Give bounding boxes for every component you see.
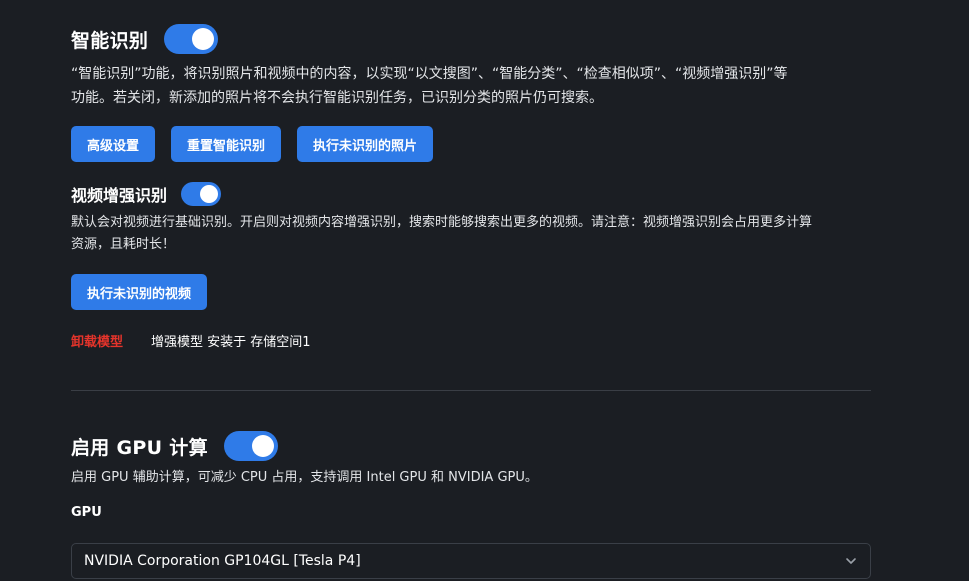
smart-recognition-description-line2: 功能。若关闭，新添加的照片将不会执行智能识别任务，已识别分类的照片仍可搜索。	[71, 90, 603, 106]
video-enhanced-description-line1: 默认会对视频进行基础识别。开启则对视频内容增强识别，搜索时能够搜索出更多的视频。…	[71, 215, 813, 230]
gpu-description: 启用 GPU 辅助计算，可减少 CPU 占用，支持调用 Intel GPU 和 …	[71, 470, 538, 485]
model-install-status: 增强模型 安装于 存储空间1	[151, 335, 311, 350]
gpu-select-label: GPU	[71, 505, 102, 520]
video-enhanced-header: 视频增强识别	[71, 182, 871, 206]
video-enhanced-section: 视频增强识别 默认会对视频进行基础识别。开启则对视频内容增强识别，搜索时能够搜索…	[71, 182, 871, 256]
video-enhanced-description-line2: 资源，且耗时长！	[71, 237, 176, 252]
gpu-select-wrapper: NVIDIA Corporation GP104GL [Tesla P4]	[71, 543, 871, 579]
gpu-select[interactable]: NVIDIA Corporation GP104GL [Tesla P4]	[71, 543, 871, 579]
uninstall-model-link[interactable]: 卸载模型	[71, 331, 123, 350]
toggle-knob	[192, 28, 215, 50]
video-actions: 执行未识别的视频	[71, 274, 871, 310]
gpu-toggle[interactable]	[223, 431, 278, 461]
smart-recognition-title: 智能识别	[71, 29, 149, 52]
toggle-knob	[200, 185, 219, 203]
smart-recognition-section: 智能识别 “智能识别”功能，将识别照片和视频中的内容，以实现“以文搜图”、“智能…	[71, 24, 871, 110]
advanced-settings-button[interactable]: 高级设置	[71, 126, 156, 162]
smart-recognition-header: 智能识别	[71, 24, 871, 54]
gpu-header: 启用 GPU 计算	[71, 431, 871, 461]
toggle-knob	[251, 435, 274, 457]
smart-recognition-actions: 高级设置 重置智能识别 执行未识别的照片	[71, 126, 871, 162]
run-unrecognized-photos-button[interactable]: 执行未识别的照片	[297, 126, 434, 162]
model-status-row: 卸载模型 增强模型 安装于 存储空间1	[71, 331, 871, 350]
section-divider	[71, 390, 871, 391]
gpu-select-value: NVIDIA Corporation GP104GL [Tesla P4]	[84, 553, 361, 569]
chevron-down-icon	[846, 558, 856, 564]
smart-recognition-description: “智能识别”功能，将识别照片和视频中的内容，以实现“以文搜图”、“智能分类”、“…	[71, 62, 871, 110]
gpu-title: 启用 GPU 计算	[71, 436, 208, 459]
smart-recognition-toggle[interactable]	[164, 24, 219, 54]
video-enhanced-toggle[interactable]	[181, 182, 222, 206]
reset-recognition-button[interactable]: 重置智能识别	[171, 126, 282, 162]
video-enhanced-description: 默认会对视频进行基础识别。开启则对视频内容增强识别，搜索时能够搜索出更多的视频。…	[71, 212, 871, 256]
video-enhanced-title: 视频增强识别	[71, 186, 168, 205]
settings-page: 智能识别 “智能识别”功能，将识别照片和视频中的内容，以实现“以文搜图”、“智能…	[0, 0, 969, 581]
smart-recognition-description-line1: “智能识别”功能，将识别照片和视频中的内容，以实现“以文搜图”、“智能分类”、“…	[71, 66, 788, 82]
run-unrecognized-videos-button[interactable]: 执行未识别的视频	[71, 274, 208, 310]
gpu-section: 启用 GPU 计算 启用 GPU 辅助计算，可减少 CPU 占用，支持调用 In…	[71, 431, 871, 520]
